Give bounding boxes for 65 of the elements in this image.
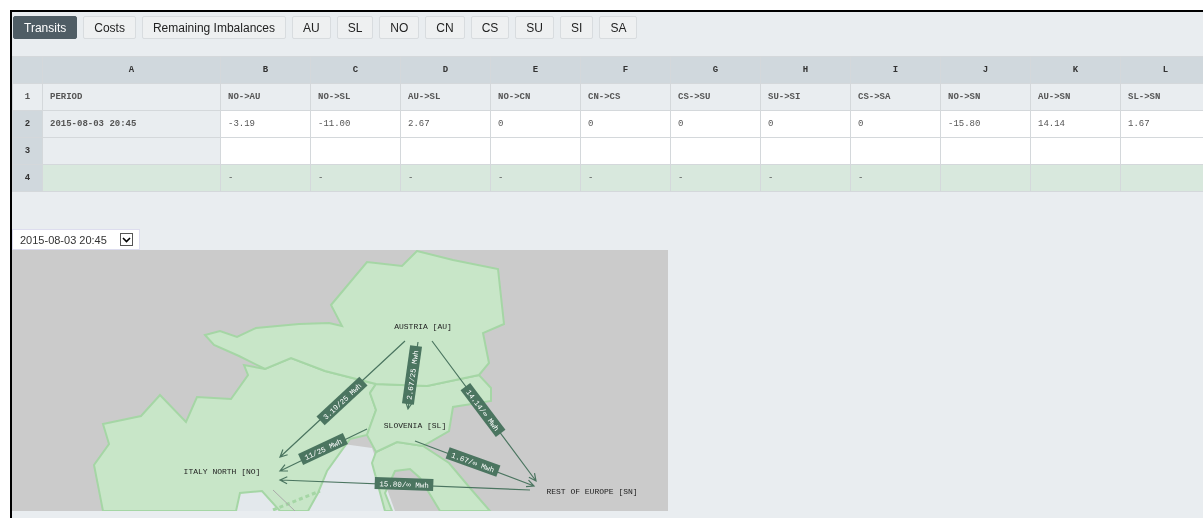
table-cell: - bbox=[670, 164, 761, 192]
table-cell: 2.67 bbox=[400, 110, 491, 138]
region-label: ITALY NORTH [NO] bbox=[183, 467, 261, 476]
tab[interactable]: Remaining Imbalances bbox=[141, 16, 286, 39]
row-number: 1 bbox=[12, 83, 43, 111]
column-title: PERIOD bbox=[42, 83, 221, 111]
tab[interactable]: CS bbox=[470, 16, 510, 39]
column-title: CN->CS bbox=[580, 83, 671, 111]
column-header: C bbox=[310, 56, 401, 84]
dropdown-icon[interactable] bbox=[120, 233, 133, 246]
tab[interactable]: SU bbox=[515, 16, 555, 39]
column-header: K bbox=[1030, 56, 1121, 84]
tab[interactable]: SA bbox=[599, 16, 638, 39]
row-number: 2 bbox=[12, 110, 43, 138]
table-cell: - bbox=[220, 164, 311, 192]
column-header: H bbox=[760, 56, 851, 84]
table-cell: -11.00 bbox=[310, 110, 401, 138]
table-cell: 0 bbox=[850, 110, 941, 138]
table-cell: 2015-08-03 20:45 bbox=[42, 110, 221, 138]
table-cell: - bbox=[310, 164, 401, 192]
column-header: I bbox=[850, 56, 941, 84]
region-label: REST OF EUROPE [SN] bbox=[546, 487, 638, 496]
table-cell: 0 bbox=[760, 110, 851, 138]
tab[interactable]: NO bbox=[379, 16, 420, 39]
column-title: SU->SI bbox=[760, 83, 851, 111]
table-cell: - bbox=[850, 164, 941, 192]
column-header: J bbox=[940, 56, 1031, 84]
column-title: CS->SA bbox=[850, 83, 941, 111]
column-header: F bbox=[580, 56, 671, 84]
tab[interactable]: Costs bbox=[83, 16, 136, 39]
table-cell: 0 bbox=[490, 110, 581, 138]
tab[interactable]: SI bbox=[560, 16, 594, 39]
column-header: D bbox=[400, 56, 491, 84]
column-title: AU->SL bbox=[400, 83, 491, 111]
column-title: NO->SN bbox=[940, 83, 1031, 111]
region-label: AUSTRIA [AU] bbox=[394, 322, 452, 331]
table-cell: -3.19 bbox=[220, 110, 311, 138]
region-label: SLOVENIA [SL] bbox=[383, 421, 447, 430]
column-header: E bbox=[490, 56, 581, 84]
column-title: AU->SN bbox=[1030, 83, 1121, 111]
tab[interactable]: AU bbox=[292, 16, 331, 39]
table-cell: - bbox=[580, 164, 671, 192]
row-number: 3 bbox=[12, 137, 43, 165]
column-header: G bbox=[670, 56, 761, 84]
table-cell: - bbox=[490, 164, 581, 192]
column-title: CS->SU bbox=[670, 83, 761, 111]
tab[interactable]: SL bbox=[336, 16, 374, 39]
column-header: L bbox=[1120, 56, 1203, 84]
column-title: SL->SN bbox=[1120, 83, 1203, 111]
table-cell: 0 bbox=[580, 110, 671, 138]
table-cell: 1.67 bbox=[1120, 110, 1203, 138]
period-select[interactable]: 2015-08-03 20:45 bbox=[12, 229, 140, 250]
column-title: NO->SL bbox=[310, 83, 401, 111]
tab[interactable]: CN bbox=[425, 16, 465, 39]
table-cell: -15.80 bbox=[940, 110, 1031, 138]
column-title: NO->CN bbox=[490, 83, 581, 111]
table-cell: 14.14 bbox=[1030, 110, 1121, 138]
tab[interactable]: Transits bbox=[13, 16, 78, 39]
column-header: B bbox=[220, 56, 311, 84]
table-cell: - bbox=[400, 164, 491, 192]
column-title: NO->AU bbox=[220, 83, 311, 111]
column-header: A bbox=[42, 56, 221, 84]
row-number: 4 bbox=[12, 164, 43, 192]
table-cell: 0 bbox=[670, 110, 761, 138]
table-cell: - bbox=[760, 164, 851, 192]
